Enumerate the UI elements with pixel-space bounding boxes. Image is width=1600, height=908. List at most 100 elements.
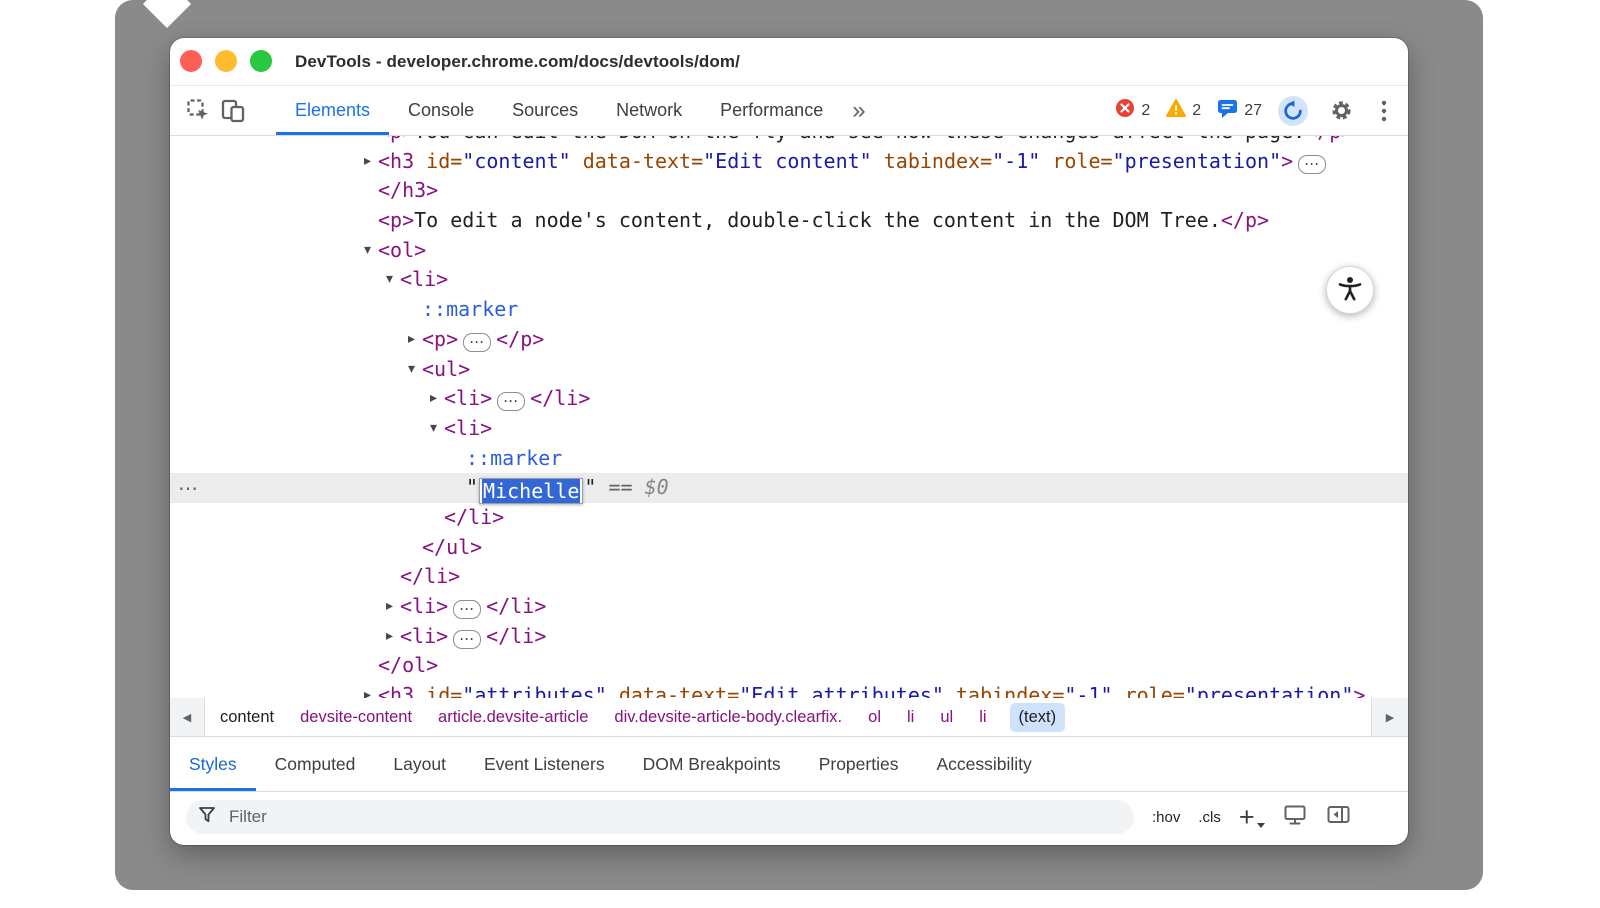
expand-arrow-icon[interactable]: ▸: [359, 147, 376, 177]
pseudo-element-token: ::marker: [422, 297, 518, 321]
breadcrumb-item[interactable]: ul: [940, 708, 953, 727]
breadcrumb-bar: ◀ content devsite-content article.devsit…: [170, 698, 1408, 737]
message-bubble-icon: [1217, 98, 1238, 124]
tab-performance[interactable]: Performance: [701, 86, 842, 135]
dom-tree-row[interactable]: </h3>: [170, 176, 1408, 206]
breadcrumb-item[interactable]: content: [220, 708, 274, 727]
filter-input[interactable]: [227, 806, 1122, 828]
row-more-actions-icon[interactable]: …: [178, 469, 199, 499]
dom-tree-row[interactable]: ::marker: [170, 295, 1408, 325]
expand-arrow-icon[interactable]: ▸: [425, 384, 442, 414]
devtools-toolbar: Elements Console Sources Network Perform…: [170, 86, 1408, 136]
inline-expand-button[interactable]: …: [463, 333, 491, 352]
tab-layout[interactable]: Layout: [374, 737, 465, 791]
breadcrumb-item-selected[interactable]: (text): [1010, 703, 1066, 732]
settings-gear-icon[interactable]: [1324, 94, 1358, 128]
collapse-arrow-icon[interactable]: ▾: [359, 236, 376, 266]
warning-badge[interactable]: 2: [1166, 98, 1201, 123]
dom-tree-row[interactable]: </li>: [170, 503, 1408, 533]
breadcrumb-item[interactable]: article.devsite-article: [438, 708, 588, 727]
attr-token: data-text=: [607, 683, 739, 698]
filter-funnel-icon: [198, 805, 217, 829]
expand-arrow-icon[interactable]: ▸: [381, 592, 398, 622]
new-style-rule-button[interactable]: +: [1239, 807, 1265, 828]
tab-accessibility[interactable]: Accessibility: [917, 737, 1050, 791]
element-classes-button[interactable]: .cls: [1198, 809, 1221, 826]
breadcrumb-item[interactable]: div.devsite-article-body.clearfix.: [614, 708, 842, 727]
dom-tree-row[interactable]: ▸<li>…</li>: [170, 622, 1408, 652]
breadcrumb-scroll-left-button[interactable]: ◀: [170, 698, 205, 736]
breadcrumb-list: content devsite-content article.devsite-…: [205, 698, 1073, 736]
toggle-element-state-button[interactable]: :hov: [1152, 809, 1180, 826]
message-count: 27: [1244, 102, 1262, 120]
dom-tree-row[interactable]: ::marker: [170, 444, 1408, 474]
dollar-zero-token: $0: [645, 475, 669, 499]
dom-tree-row[interactable]: ▾<ul>: [170, 355, 1408, 385]
more-menu-kebab-icon[interactable]: [1374, 94, 1394, 128]
tag-token: <li>: [400, 624, 448, 648]
dom-tree-row[interactable]: <p>You can edit the DOM on the fly and s…: [170, 136, 1408, 147]
close-button[interactable]: [180, 50, 202, 72]
dom-tree-row[interactable]: </ul>: [170, 533, 1408, 563]
dom-tree-row-selected[interactable]: …"Michelle" == $0: [170, 473, 1408, 503]
collapse-arrow-icon[interactable]: ▾: [425, 414, 442, 444]
error-badge[interactable]: 2: [1115, 98, 1150, 123]
dom-tree-row[interactable]: ▸<p>…</p>: [170, 325, 1408, 355]
styles-filter-bar: :hov .cls +: [170, 792, 1408, 842]
dom-tree-row[interactable]: ▾<li>: [170, 414, 1408, 444]
tab-console[interactable]: Console: [389, 86, 493, 135]
dom-tree-row[interactable]: ▸<li>…</li>: [170, 384, 1408, 414]
minimize-button[interactable]: [215, 50, 237, 72]
tab-elements[interactable]: Elements: [276, 86, 389, 135]
accessibility-overlay-button[interactable]: [1326, 266, 1374, 314]
rendering-emulations-icon[interactable]: [1283, 803, 1308, 832]
tag-token: <ul>: [422, 357, 470, 381]
tab-network[interactable]: Network: [597, 86, 701, 135]
inline-text-edit-box[interactable]: Michelle: [479, 478, 583, 504]
value-token: "attributes": [462, 683, 607, 698]
expand-arrow-icon[interactable]: ▸: [381, 622, 398, 652]
dom-tree-row[interactable]: ▸<h3 id="attributes" data-text="Edit att…: [170, 681, 1408, 698]
inline-expand-button[interactable]: …: [1298, 155, 1326, 174]
dom-tree-row[interactable]: ▾<li>: [170, 265, 1408, 295]
tag-token: </li>: [444, 505, 504, 529]
dom-tree-row[interactable]: </li>: [170, 562, 1408, 592]
collapse-arrow-icon[interactable]: ▾: [381, 265, 398, 295]
tab-styles[interactable]: Styles: [170, 737, 256, 791]
attr-token: data-text=: [571, 149, 703, 173]
collapse-arrow-icon[interactable]: ▾: [403, 355, 420, 385]
more-tabs-chevron-icon[interactable]: »: [842, 86, 875, 135]
window-title: DevTools - developer.chrome.com/docs/dev…: [295, 52, 740, 72]
dom-tree-row[interactable]: ▸<li>…</li>: [170, 592, 1408, 622]
tab-sources[interactable]: Sources: [493, 86, 597, 135]
sidebar-tab-bar: Styles Computed Layout Event Listeners D…: [170, 737, 1408, 792]
tag-token: </h3>: [378, 178, 438, 202]
dom-tree-row[interactable]: <p>To edit a node's content, double-clic…: [170, 206, 1408, 236]
breadcrumb-scroll-right-button[interactable]: ▶: [1371, 698, 1408, 736]
breadcrumb-item[interactable]: li: [907, 708, 914, 727]
messages-badge[interactable]: 27: [1217, 98, 1262, 124]
dom-tree-row[interactable]: ▾<ol>: [170, 236, 1408, 266]
tab-event-listeners[interactable]: Event Listeners: [465, 737, 624, 791]
inline-expand-button[interactable]: …: [497, 392, 525, 411]
maximize-button[interactable]: [250, 50, 272, 72]
breadcrumb-item[interactable]: li: [979, 708, 986, 727]
breadcrumb-item[interactable]: ol: [868, 708, 881, 727]
expand-arrow-icon[interactable]: ▸: [403, 325, 420, 355]
value-token: "Edit content": [703, 149, 872, 173]
expand-arrow-icon[interactable]: ▸: [359, 681, 376, 698]
refresh-circle-icon[interactable]: [1278, 96, 1308, 126]
tab-dom-breakpoints[interactable]: DOM Breakpoints: [624, 737, 800, 791]
dom-tree-row[interactable]: </ol>: [170, 651, 1408, 681]
toggle-sidebar-icon[interactable]: [1326, 803, 1351, 832]
tab-properties[interactable]: Properties: [800, 737, 918, 791]
attr-token: id=: [414, 683, 462, 698]
inspect-element-icon[interactable]: [182, 94, 216, 128]
breadcrumb-item[interactable]: devsite-content: [300, 708, 412, 727]
device-toolbar-icon[interactable]: [216, 94, 250, 128]
inline-expand-button[interactable]: …: [453, 630, 481, 649]
dom-tree-row[interactable]: ▸<h3 id="content" data-text="Edit conten…: [170, 147, 1408, 177]
inline-expand-button[interactable]: …: [453, 600, 481, 619]
tag-token: </li>: [400, 564, 460, 588]
tab-computed[interactable]: Computed: [256, 737, 375, 791]
